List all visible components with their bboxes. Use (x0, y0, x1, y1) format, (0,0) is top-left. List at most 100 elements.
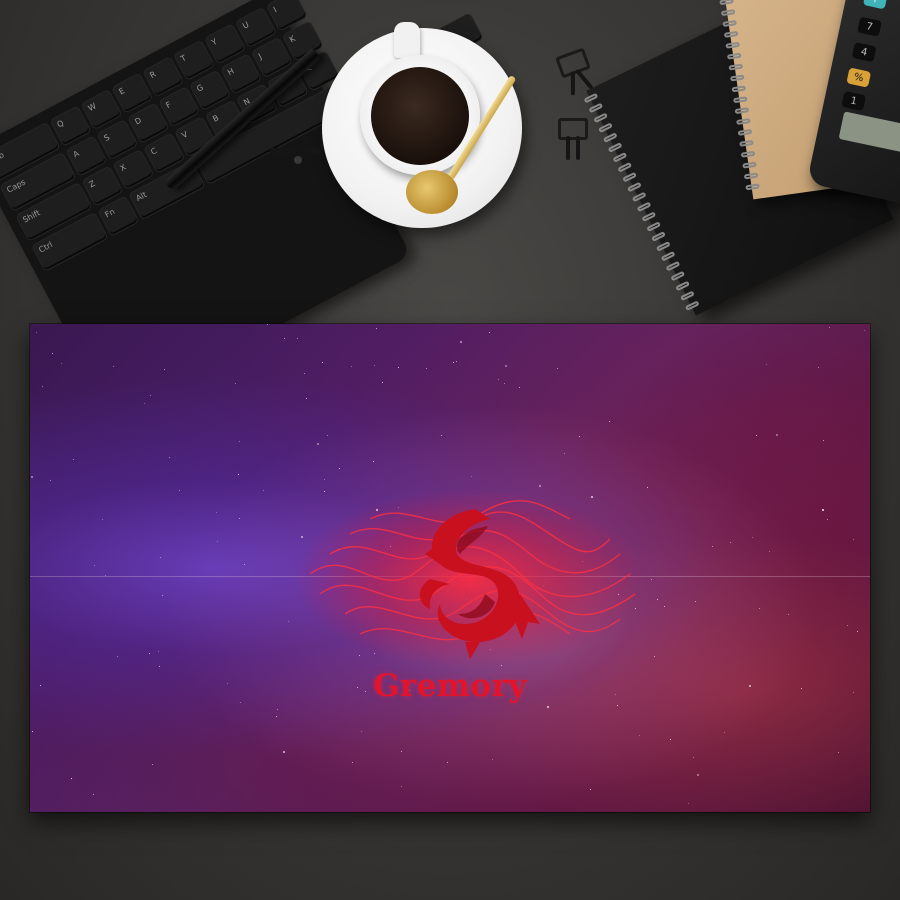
cup-handle (394, 22, 420, 58)
star (489, 332, 490, 333)
star (697, 774, 699, 776)
star (235, 383, 236, 384)
star (217, 541, 218, 542)
star (639, 735, 640, 736)
notebook-spiral (726, 52, 742, 60)
coffee (371, 67, 469, 165)
star (504, 383, 505, 384)
star (351, 366, 352, 367)
star (352, 762, 353, 763)
star (441, 435, 442, 436)
star (36, 332, 37, 333)
star (426, 368, 427, 369)
star (288, 621, 289, 622)
star (864, 330, 865, 331)
star (564, 453, 565, 454)
keyboard-key: T (174, 40, 214, 80)
star (322, 362, 323, 363)
star (776, 434, 778, 436)
star (277, 709, 278, 710)
star (216, 512, 217, 513)
star (579, 436, 580, 437)
calculator-button: % (846, 67, 872, 88)
star (853, 539, 854, 540)
star (61, 363, 62, 364)
star (398, 367, 399, 368)
notebook-spiral (607, 142, 623, 153)
star (847, 625, 848, 626)
star (267, 324, 268, 325)
star (492, 759, 493, 760)
star (401, 751, 402, 752)
star (297, 338, 298, 339)
notebook-spiral (742, 161, 757, 169)
keyboard-key: D (128, 103, 169, 143)
star (857, 631, 858, 632)
notebook-spiral (675, 280, 690, 292)
star (339, 468, 340, 469)
notebook-spiral (733, 96, 748, 104)
notebook-spiral (622, 171, 637, 183)
star (42, 386, 43, 387)
star (374, 365, 375, 366)
star (50, 480, 51, 481)
binder-clip (558, 118, 588, 160)
notebook-spiral (728, 63, 744, 71)
keyboard-key: U (236, 8, 276, 47)
star (712, 546, 713, 547)
star (31, 476, 33, 478)
calculator-button: 7 (857, 16, 882, 37)
notebook-spiral (660, 250, 676, 262)
star (283, 751, 285, 753)
star (73, 459, 74, 460)
star (361, 731, 362, 732)
star (263, 490, 264, 491)
keyboard-key: E (112, 73, 153, 113)
star (756, 435, 757, 436)
notebook-spiral (612, 152, 628, 163)
star (160, 557, 161, 558)
gremory-crest-icon (295, 489, 645, 669)
notebook-spiral (731, 85, 747, 93)
notebook-spiral (646, 221, 662, 232)
notebook-spiral (636, 201, 652, 213)
star (71, 778, 72, 779)
star (401, 786, 402, 787)
star (498, 379, 499, 380)
star (609, 421, 610, 422)
binder-clip (555, 47, 594, 96)
star (169, 457, 170, 458)
notebook-spiral (745, 183, 760, 191)
star (152, 764, 153, 765)
star (453, 362, 454, 363)
star (149, 653, 150, 654)
notebook-spiral (593, 112, 608, 124)
star (284, 338, 285, 339)
star (688, 803, 689, 804)
calculator-button: 4 (851, 42, 877, 63)
star (752, 537, 753, 538)
notebook-spiral (598, 122, 613, 134)
star (693, 757, 694, 758)
star (238, 474, 239, 475)
notebook-spiral (743, 172, 759, 180)
notebook-spiral (725, 41, 740, 49)
notebook-spiral (641, 211, 657, 223)
keyboard-key: G (190, 70, 230, 110)
star (306, 398, 307, 399)
star (730, 542, 731, 543)
star (519, 387, 520, 388)
keyboard-key: Z (82, 166, 123, 206)
star (150, 395, 151, 396)
star (373, 461, 374, 462)
star (447, 762, 448, 763)
star (276, 716, 277, 717)
star (113, 366, 114, 367)
notebook-spiral (670, 270, 686, 282)
keyboard-key: Q (50, 106, 91, 146)
star (244, 564, 245, 565)
star (505, 365, 507, 367)
star (179, 490, 180, 491)
star (829, 327, 830, 328)
star (759, 608, 760, 609)
